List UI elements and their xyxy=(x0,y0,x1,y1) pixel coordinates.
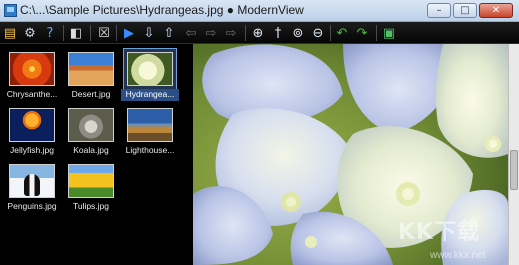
thumbnail-item[interactable]: Tulips.jpg xyxy=(62,162,120,214)
thumbnail-item[interactable]: Jellyfish.jpg xyxy=(3,106,61,158)
toolbar-separator xyxy=(330,25,331,41)
thumbnail-image xyxy=(68,164,114,198)
window-controls: – □ ✕ xyxy=(427,3,513,18)
thumbnail-item[interactable]: Desert.jpg xyxy=(62,50,120,102)
settings-icon[interactable]: ⚙ xyxy=(22,25,38,41)
play-slideshow-icon[interactable]: ▶ xyxy=(121,25,137,41)
thumbnail-label: Jellyfish.jpg xyxy=(10,145,54,155)
thumbnail-item[interactable]: Hydrangea... xyxy=(121,48,179,102)
toolbar-separator xyxy=(376,25,377,41)
thumbnail-label: Hydrangea... xyxy=(121,89,179,101)
thumbnail-item[interactable]: Lighthouse... xyxy=(121,106,179,158)
panel-toggle-icon[interactable]: ◧ xyxy=(68,25,84,41)
thumbnail-item[interactable]: Koala.jpg xyxy=(62,106,120,158)
toolbar-separator xyxy=(63,25,64,41)
rotate-right-icon[interactable]: ↷ xyxy=(354,25,370,41)
thumbnail-image xyxy=(68,108,114,142)
thumbnail-label: Chrysanthe... xyxy=(6,89,58,99)
fullscreen-monitor-icon[interactable]: ▣ xyxy=(381,25,397,41)
vertical-scrollbar[interactable] xyxy=(508,44,519,265)
pin-icon[interactable]: † xyxy=(270,25,286,41)
minimize-button[interactable]: – xyxy=(427,3,451,18)
title-bar[interactable]: C:\...\Sample Pictures\Hydrangeas.jpg ● … xyxy=(0,0,519,22)
window-title: C:\...\Sample Pictures\Hydrangeas.jpg ● … xyxy=(20,3,304,17)
thumbnail-item[interactable]: Penguins.jpg xyxy=(3,162,61,214)
previous-icon[interactable]: ⇦ xyxy=(183,25,199,41)
thumbnail-label: Tulips.jpg xyxy=(72,201,110,211)
up-arrow-icon[interactable]: ⇧ xyxy=(161,25,177,41)
watermark-logo: KK下载 xyxy=(398,220,481,245)
thumbnail-item[interactable]: Chrysanthe... xyxy=(3,50,61,102)
thumbnail-label: Lighthouse... xyxy=(125,145,175,155)
thumbnail-image xyxy=(9,164,55,198)
thumbnail-label: Koala.jpg xyxy=(73,145,109,155)
maximize-button[interactable]: □ xyxy=(453,3,477,18)
open-folder-icon[interactable]: ▤ xyxy=(2,25,18,41)
magnifier-icon[interactable]: ⊚ xyxy=(290,25,306,41)
zoom-out-icon[interactable]: ⊖ xyxy=(310,25,326,41)
scrollbar-thumb[interactable] xyxy=(510,150,518,190)
close-button[interactable]: ✕ xyxy=(479,3,513,18)
toolbar-separator xyxy=(245,25,246,41)
help-icon[interactable]: ? xyxy=(42,25,58,41)
toolbar-separator xyxy=(116,25,117,41)
modernview-window: C:\...\Sample Pictures\Hydrangeas.jpg ● … xyxy=(0,0,519,265)
app-icon xyxy=(4,4,17,17)
download-arrow-icon[interactable]: ⇩ xyxy=(141,25,157,41)
toolbar: ▤ ⚙? ◧ ☒ ▶ ⇩ ⇧ ⇦ ⇨ ⇨ ⊕ † ⊚ ⊖ ↶ ↷ ▣ xyxy=(0,22,519,44)
toolbar-separator xyxy=(90,25,91,41)
rotate-left-icon[interactable]: ↶ xyxy=(334,25,350,41)
thumbnail-label: Desert.jpg xyxy=(71,89,111,99)
thumbnail-label: Penguins.jpg xyxy=(7,201,57,211)
thumbnail-image xyxy=(68,52,114,86)
watermark-url: www.kkx.net xyxy=(430,250,486,261)
zoom-in-icon[interactable]: ⊕ xyxy=(250,25,266,41)
thumbnail-panel[interactable]: Chrysanthe... Desert.jpg Hydrangea... Jelly… xyxy=(0,44,193,265)
thumbnail-image xyxy=(127,52,173,86)
delete-icon[interactable]: ☒ xyxy=(96,25,112,41)
thumbnail-image xyxy=(9,52,55,86)
thumbnail-image xyxy=(127,108,173,142)
skip-icon[interactable]: ⇨ xyxy=(203,25,219,41)
next-icon[interactable]: ⇨ xyxy=(223,25,239,41)
thumbnail-image xyxy=(9,108,55,142)
